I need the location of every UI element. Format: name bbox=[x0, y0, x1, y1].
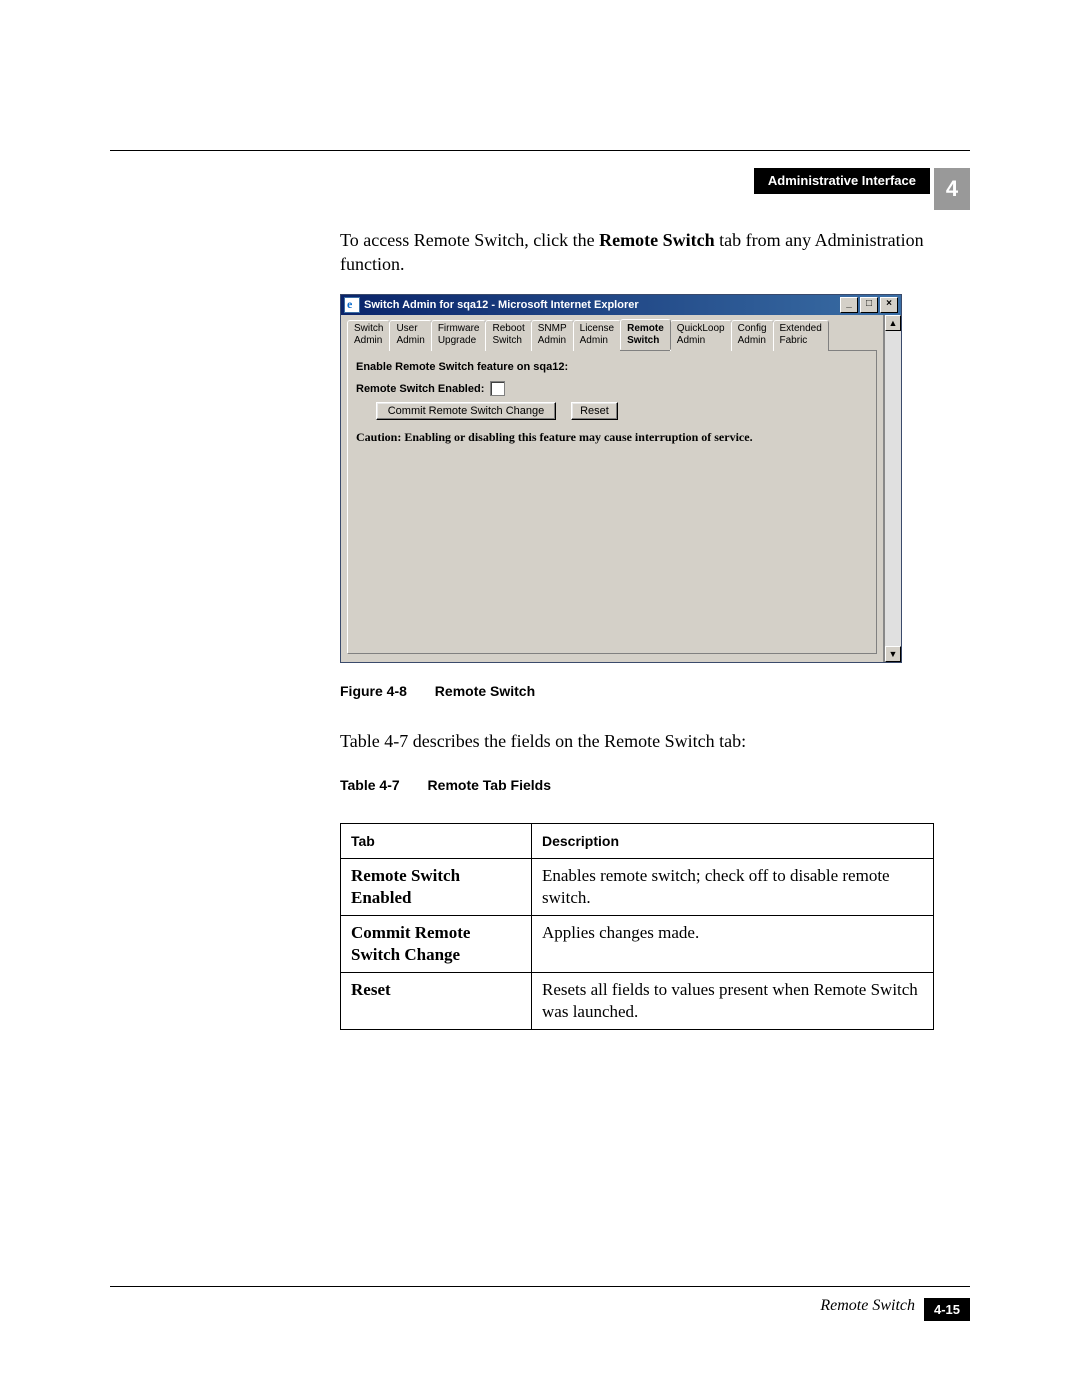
row-desc: Enables remote switch; check off to disa… bbox=[532, 859, 934, 916]
tab-reboot-switch[interactable]: Reboot Switch bbox=[485, 320, 531, 351]
enabled-label: Remote Switch Enabled: bbox=[356, 383, 484, 395]
tab-quickloop-admin[interactable]: QuickLoop Admin bbox=[670, 320, 732, 351]
vertical-scrollbar[interactable]: ▲ ▼ bbox=[884, 315, 901, 662]
col-header-description: Description bbox=[532, 824, 934, 859]
row-tab: Commit Remote Switch Change bbox=[341, 916, 532, 973]
caution-label: Caution: bbox=[356, 430, 401, 444]
row-tab: Remote Switch Enabled bbox=[341, 859, 532, 916]
table-intro: Table 4-7 describes the fields on the Re… bbox=[340, 729, 934, 753]
intro-bold: Remote Switch bbox=[599, 230, 714, 250]
tab-remote-switch[interactable]: Remote Switch bbox=[620, 319, 671, 350]
ie-titlebar: Switch Admin for sqa12 - Microsoft Inter… bbox=[341, 295, 901, 315]
remote-switch-panel: Enable Remote Switch feature on sqa12: R… bbox=[347, 351, 877, 654]
caution-line: Caution: Enabling or disabling this feat… bbox=[356, 430, 868, 445]
remote-switch-enabled-checkbox[interactable] bbox=[490, 381, 505, 396]
window-buttons: _ □ × bbox=[838, 297, 898, 313]
ie-window: Switch Admin for sqa12 - Microsoft Inter… bbox=[340, 294, 902, 663]
tab-switch-admin[interactable]: Switch Admin bbox=[347, 320, 390, 351]
tab-extended-fabric[interactable]: Extended Fabric bbox=[773, 320, 829, 351]
button-row: Commit Remote Switch Change Reset bbox=[376, 402, 868, 420]
table-row: Reset Resets all fields to values presen… bbox=[341, 973, 934, 1030]
footer-section-title: Remote Switch bbox=[820, 1297, 915, 1315]
table-head-row: Tab Description bbox=[341, 824, 934, 859]
remote-tab-fields-table: Tab Description Remote Switch Enabled En… bbox=[340, 823, 934, 1030]
table-row: Remote Switch Enabled Enables remote swi… bbox=[341, 859, 934, 916]
chapter-number-badge: 4 bbox=[934, 168, 970, 210]
figure-number: Figure 4-8 bbox=[340, 683, 407, 699]
figure-caption: Figure 4-8 Remote Switch bbox=[340, 683, 934, 699]
commit-button[interactable]: Commit Remote Switch Change bbox=[376, 402, 556, 420]
row-desc: Applies changes made. bbox=[532, 916, 934, 973]
row-tab: Reset bbox=[341, 973, 532, 1030]
close-button[interactable]: × bbox=[880, 297, 898, 313]
maximize-button[interactable]: □ bbox=[860, 297, 878, 313]
reset-button[interactable]: Reset bbox=[571, 402, 618, 420]
table-title: Remote Tab Fields bbox=[428, 777, 551, 793]
ie-icon bbox=[344, 297, 360, 313]
table-number: Table 4-7 bbox=[340, 777, 400, 793]
row-desc: Resets all fields to values present when… bbox=[532, 973, 934, 1030]
tab-firmware-upgrade[interactable]: Firmware Upgrade bbox=[431, 320, 487, 351]
minimize-button[interactable]: _ bbox=[840, 297, 858, 313]
ie-client-inner: Switch Admin User Admin Firmware Upgrade… bbox=[341, 315, 884, 662]
enabled-row: Remote Switch Enabled: bbox=[356, 381, 868, 396]
intro-prefix: To access Remote Switch, click the bbox=[340, 230, 599, 250]
tab-user-admin[interactable]: User Admin bbox=[389, 320, 431, 351]
scroll-down-icon[interactable]: ▼ bbox=[885, 646, 901, 662]
body-column: To access Remote Switch, click the Remot… bbox=[340, 228, 934, 1030]
page: Administrative Interface 4 To access Rem… bbox=[0, 0, 1080, 1397]
header-rule bbox=[110, 150, 970, 151]
panel-heading: Enable Remote Switch feature on sqa12: bbox=[356, 361, 868, 373]
header-section-label: Administrative Interface bbox=[754, 168, 930, 194]
caution-text: Enabling or disabling this feature may c… bbox=[404, 430, 752, 444]
intro-paragraph: To access Remote Switch, click the Remot… bbox=[340, 228, 934, 276]
footer-rule bbox=[110, 1286, 970, 1287]
scroll-up-icon[interactable]: ▲ bbox=[885, 315, 901, 331]
figure-title: Remote Switch bbox=[435, 683, 535, 699]
tab-config-admin[interactable]: Config Admin bbox=[731, 320, 774, 351]
col-header-tab: Tab bbox=[341, 824, 532, 859]
footer-page-number: 4-15 bbox=[924, 1298, 970, 1321]
window-title: Switch Admin for sqa12 - Microsoft Inter… bbox=[364, 299, 838, 311]
table-row: Commit Remote Switch Change Applies chan… bbox=[341, 916, 934, 973]
tab-license-admin[interactable]: License Admin bbox=[573, 320, 621, 351]
table-caption: Table 4-7 Remote Tab Fields bbox=[340, 777, 934, 793]
tab-bar: Switch Admin User Admin Firmware Upgrade… bbox=[347, 319, 877, 351]
ie-client-area: Switch Admin User Admin Firmware Upgrade… bbox=[341, 315, 901, 662]
tab-snmp-admin[interactable]: SNMP Admin bbox=[531, 320, 574, 351]
